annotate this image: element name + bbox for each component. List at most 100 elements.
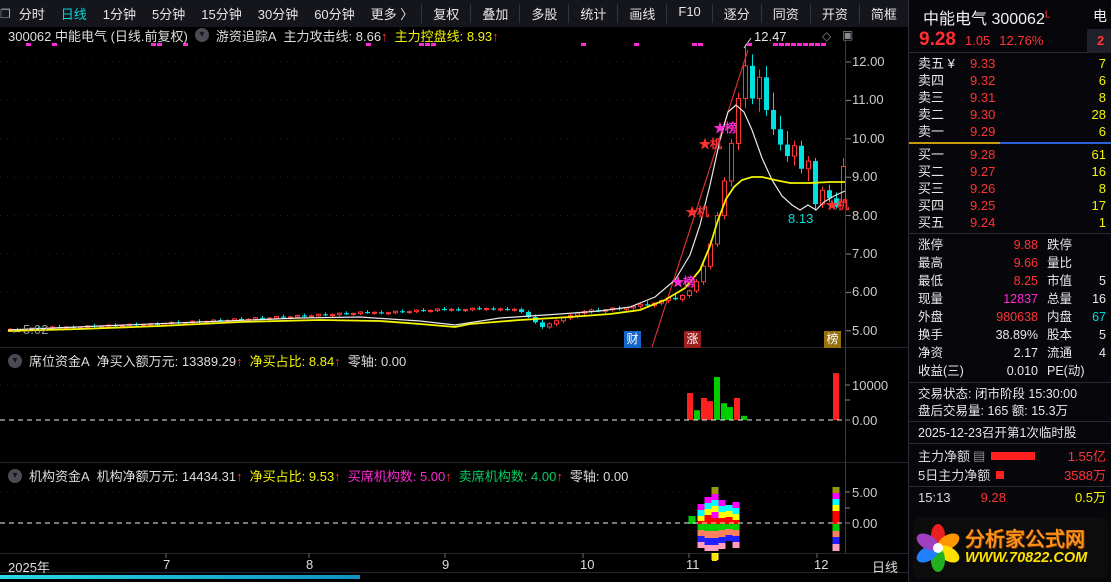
stat-row: 最高 9.66 量比 <box>918 256 1073 270</box>
last-price: 9.28 <box>919 29 956 50</box>
list-icon[interactable]: ▤ <box>973 448 985 464</box>
up-arrow-icon: ↑ <box>445 469 452 484</box>
price-tick-label: 9.00 <box>852 169 878 185</box>
bottom-scroll-strip[interactable] <box>0 575 360 579</box>
chart-mark-1: ★机 <box>699 137 722 151</box>
stat-row: 外盘 980638 内盘 67 <box>918 310 1106 324</box>
sell-level-row[interactable]: 卖五 ¥9.33 7 <box>909 55 1111 72</box>
inst-panel-header: ▾ 机构资金A 机构净额万元: 14434.31↑ 净买占比: 9.53↑ 买席… <box>8 466 628 485</box>
chart-mark-0: ★机 <box>686 205 709 219</box>
window-split-icon[interactable]: ▣ <box>842 28 853 42</box>
stat-row: 净资 2.17 流通 4 <box>918 346 1106 360</box>
logo-site-name: 分析家公式网 <box>965 528 1085 551</box>
sell-level-row[interactable]: 卖三 9.31 8 <box>909 89 1111 106</box>
edge-cutoff-box: 2 <box>1087 29 1111 53</box>
panel-axis-label: 10000 <box>852 378 889 393</box>
chart-badge-财: 财 <box>624 331 641 348</box>
net5-row: 5日主力净额 3588万 <box>909 465 1111 484</box>
chevron-down-icon[interactable]: ▾ <box>8 468 22 483</box>
seat-panel-name[interactable]: 席位资金A <box>29 351 90 370</box>
flower-logo-icon <box>916 524 960 572</box>
up-arrow-icon: ↑ <box>236 354 243 369</box>
inst-sell-seats: 卖席机构数: 4.00↑ <box>458 469 563 484</box>
chevron-down-icon[interactable]: ▾ <box>194 28 209 42</box>
buy-level-row[interactable]: 买四 9.25 17 <box>909 197 1111 214</box>
quote-stock-title[interactable]: 中能电气 300062L <box>909 0 1111 28</box>
logo-site-url: WWW.70822.COM <box>965 549 1088 566</box>
peak-price-label: 12.47 <box>754 29 787 44</box>
low-price-label: 8.13 <box>788 211 814 226</box>
price-tick-label: 10.00 <box>852 130 885 146</box>
up-arrow-icon: ↑ <box>556 469 563 484</box>
net5-bar <box>996 470 1005 479</box>
control-line-label: 主力控盘线: 8.93↑ <box>394 28 499 44</box>
x-axis-period-label: 日线 <box>872 560 899 575</box>
price-change: 1.05 <box>964 33 991 48</box>
indicator-name[interactable]: 游资追踪A <box>216 26 277 45</box>
seat-net-ratio: 净买占比: 8.84↑ <box>249 354 341 369</box>
x-axis-month-11: 11 <box>686 557 700 572</box>
x-axis-month-12: 12 <box>814 557 829 572</box>
sell-levels: 卖五 ¥9.33 7 卖四 9.32 6 卖三 9.31 8 卖二 9.30 28 卖一 9.29 6 <box>909 55 1111 140</box>
company-notice[interactable]: 2025-12-23召开第1次临时股 <box>909 424 1111 441</box>
buy-level-row[interactable]: 买三 9.26 8 <box>909 180 1111 197</box>
price-tick-label: 12.00 <box>852 54 885 69</box>
inst-buy-seats: 买席机构数: 5.00↑ <box>347 469 452 484</box>
buy-level-row[interactable]: 买五 9.24 1 <box>909 214 1111 231</box>
inst-zero-axis: 零轴: 0.00 <box>569 469 629 484</box>
sell-level-row[interactable]: 卖四 9.32 6 <box>909 72 1111 89</box>
tick-price: 9.28 <box>980 490 1006 505</box>
after-hours-volume: 盘后交易量: 165 额: 15.3万 <box>918 404 1069 418</box>
stat-row: 现量 12837 总量 16 <box>918 292 1106 306</box>
quote-panel: 中能电气 300062L 电 2 9.28 1.05 12.76% 卖五 ¥9.… <box>908 0 1111 582</box>
price-tick-label: 7.00 <box>852 246 878 261</box>
inst-panel-name[interactable]: 机构资金A <box>29 466 90 485</box>
tick-row: 15:13 9.28 0.5万 <box>909 489 1111 507</box>
sell-level-row[interactable]: 卖二 9.30 28 <box>909 106 1111 123</box>
stat-row: 收益(三) 0.010 PE(动) <box>918 364 1085 378</box>
up-arrow-icon: ↑ <box>334 469 341 484</box>
chevron-down-icon[interactable]: ▾ <box>8 353 22 368</box>
x-axis-month-9: 9 <box>442 557 450 572</box>
x-axis-month-10: 10 <box>580 557 595 572</box>
up-arrow-icon: ↑ <box>492 28 499 44</box>
trading-terminal-window: { "icons": {"pane": "❐", "chevron_circle… <box>0 0 1111 582</box>
chart-mark-2: ★榜 <box>714 121 737 135</box>
analyst-formula-site-logo[interactable]: 分析家公式网 WWW.70822.COM <box>913 517 1109 579</box>
inst-net-amount: 机构净额万元: 14434.31↑ <box>96 469 243 484</box>
panel-axis-label: 0.00 <box>852 413 878 428</box>
chart-mark-4: ★机 <box>826 198 849 212</box>
price-tick-label: 11.00 <box>852 92 884 108</box>
board-flag: L <box>1044 9 1051 21</box>
chart-title-row: 300062 中能电气 (日线.前复权) ▾ 游资追踪A 主力攻击线: 8.66… <box>8 26 499 45</box>
price-tick-label: 6.00 <box>852 284 878 300</box>
quote-stats: 涨停 9.88 跌停 最高 9.66 量比最低 8.25 市值 5 现量 12837 总量 16 外盘 98… <box>909 236 1111 380</box>
diamond-icon[interactable]: ◇ <box>822 29 831 43</box>
buy-levels: 买一 9.28 61 买二 9.27 16 买三 9.26 8 买四 9.25 17 买五 9.24 1 <box>909 146 1111 231</box>
buy-level-row[interactable]: 买二 9.27 16 <box>909 163 1111 180</box>
bid-ask-divider <box>909 142 1111 144</box>
stat-row: 最低 8.25 市值 5 <box>918 274 1106 288</box>
price-change-pct: 12.76% <box>999 33 1044 48</box>
start-price-label: ←5.02 <box>10 322 49 337</box>
x-axis-year-label: 2025年 <box>8 560 50 575</box>
main-net-value: 1.55亿 <box>1067 449 1106 464</box>
stat-row: 换手 38.89% 股本 5 <box>918 328 1106 342</box>
up-arrow-icon: ↑ <box>381 28 388 44</box>
tick-time: 15:13 <box>918 490 951 505</box>
buy-level-row[interactable]: 买一 9.28 61 <box>909 146 1111 163</box>
tick-amount: 0.5万 <box>1074 490 1107 505</box>
symbol-title[interactable]: 300062 中能电气 (日线.前复权) <box>8 26 188 45</box>
price-tick-label: 5.00 <box>852 322 878 338</box>
chart-mark-3: ★榜 <box>672 275 695 289</box>
stat-row: 涨停 9.88 跌停 <box>918 238 1073 252</box>
seat-zero-axis: 零轴: 0.00 <box>347 354 407 369</box>
inst-net-ratio: 净买占比: 9.53↑ <box>249 469 341 484</box>
seat-net-amount: 净买入额万元: 13389.29↑ <box>96 354 243 369</box>
panel-axis-label: 5.00 <box>852 485 878 500</box>
seat-panel-header: ▾ 席位资金A 净买入额万元: 13389.29↑ 净买占比: 8.84↑ 零轴… <box>8 351 406 370</box>
main-net-row: 主力净额 ▤ 1.55亿 <box>918 447 1106 465</box>
price-tick-label: 8.00 <box>852 207 878 223</box>
up-arrow-icon: ↑ <box>334 354 341 369</box>
sell-level-row[interactable]: 卖一 9.29 6 <box>909 123 1111 140</box>
